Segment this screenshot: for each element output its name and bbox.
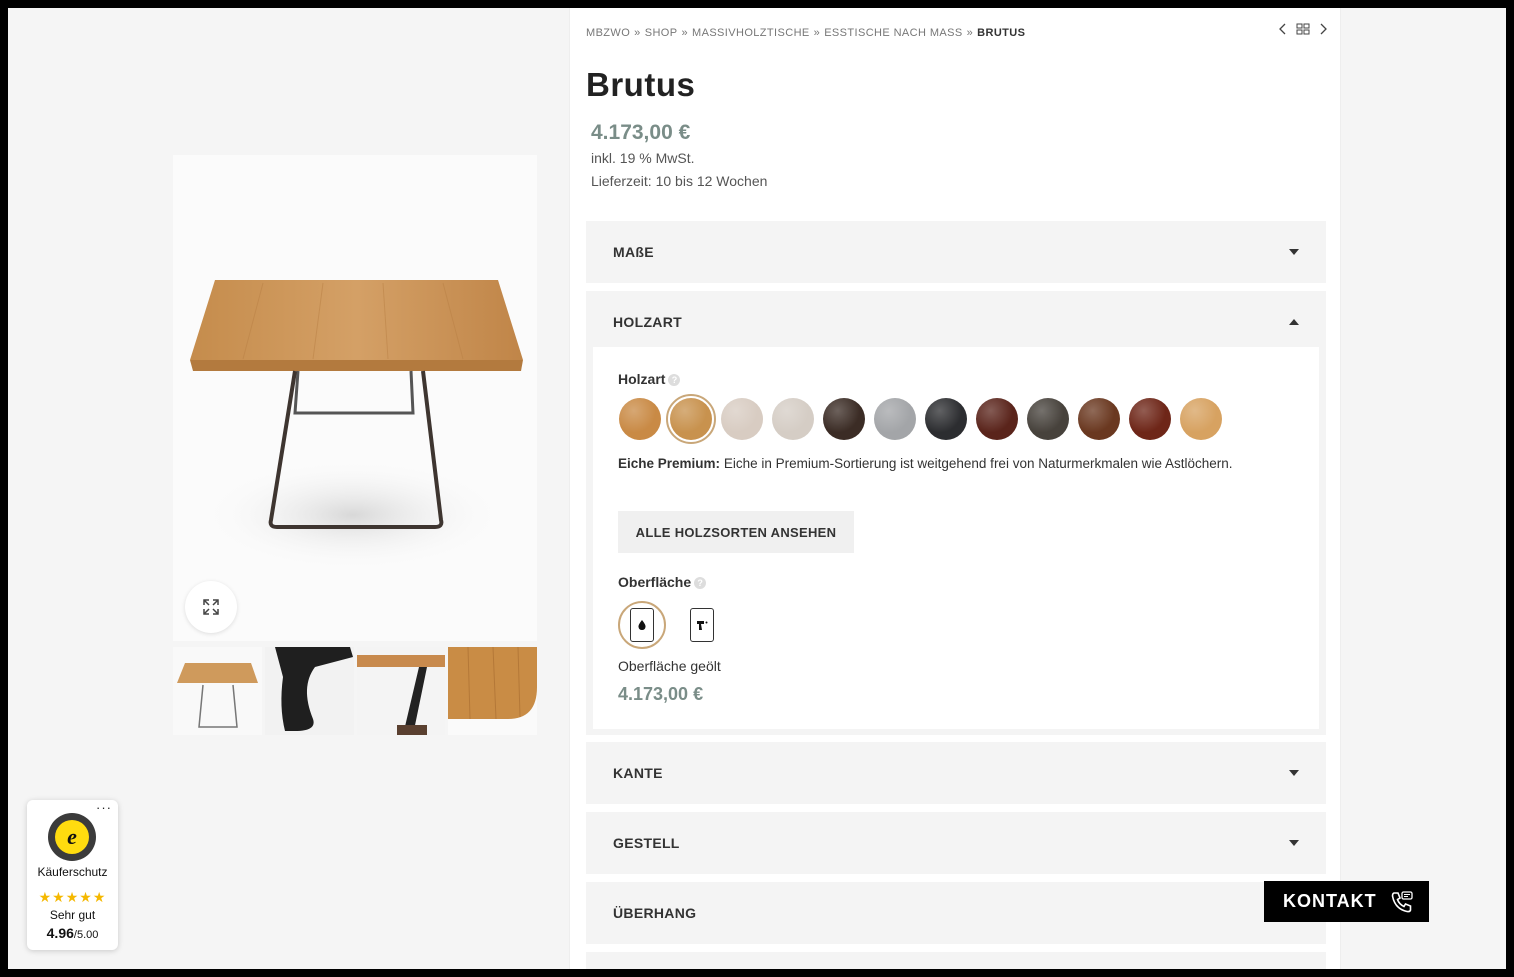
product-price: 4.173,00 € (591, 121, 691, 144)
trusted-shops-seal-icon: e (48, 813, 96, 861)
wood-swatch-9[interactable] (1027, 398, 1069, 440)
delivery-time: Lieferzeit: 10 bis 12 Wochen (591, 173, 768, 189)
accordion-ueberhang-title: ÜBERHANG (613, 905, 697, 921)
kontakt-button[interactable]: KONTAKT (1264, 881, 1429, 922)
breadcrumb-current: BRUTUS (977, 27, 1026, 39)
caret-up-icon (1289, 319, 1299, 325)
accordion-holzart-header[interactable]: HOLZART (586, 291, 1326, 353)
next-product-button[interactable] (1320, 23, 1328, 35)
accordion-next[interactable] (586, 952, 1326, 969)
wood-description-text: Eiche in Premium-Sortierung ist weitgehe… (723, 456, 1233, 471)
caret-down-icon (1289, 249, 1299, 255)
accordion-holzart-title: HOLZART (613, 314, 682, 330)
accordion-gestell-title: GESTELL (613, 835, 680, 851)
expand-icon (203, 599, 219, 615)
accordion-gestell: GESTELL (586, 812, 1326, 874)
surface-lacquered-option[interactable] (678, 601, 726, 649)
zoom-button[interactable] (185, 581, 237, 633)
trusted-shops-badge[interactable]: ··· e Käuferschutz ★★★★★ Sehr gut 4.96/5… (27, 800, 118, 950)
more-options-icon[interactable]: ··· (96, 800, 112, 815)
accordion-masse: MAßE (586, 221, 1326, 283)
accordion-gestell-header[interactable]: GESTELL (586, 812, 1326, 874)
accordion-ueberhang: ÜBERHANG (586, 882, 1326, 944)
accordion-masse-header[interactable]: MAßE (586, 221, 1326, 283)
product-main-image[interactable] (173, 155, 537, 641)
accordion-masse-title: MAßE (613, 244, 654, 260)
rating-score: 4.96/5.00 (27, 925, 118, 941)
thumbnail-3[interactable] (356, 647, 446, 735)
grid-view-button[interactable] (1296, 23, 1310, 35)
wood-description: Eiche Premium: Eiche in Premium-Sortieru… (618, 453, 1298, 475)
phone-chat-icon (1391, 890, 1413, 912)
holzart-panel: Holzart? Eiche Premium: Eiche in Premium… (593, 347, 1319, 729)
wood-swatch-5[interactable] (823, 398, 865, 440)
wood-swatch-6[interactable] (874, 398, 916, 440)
wood-swatch-12[interactable] (1180, 398, 1222, 440)
grid-icon (1296, 23, 1310, 35)
wood-swatch-3[interactable] (721, 398, 763, 440)
oberflaeche-label-text: Oberfläche (618, 574, 692, 590)
holzart-label: Holzart? (618, 371, 681, 387)
previous-product-button[interactable] (1278, 23, 1286, 35)
product-details: MBZWO» SHOP» MASSIVHOLZTISCHE» ESSTISCHE NA… (569, 8, 1341, 969)
wood-swatch-1[interactable] (619, 398, 661, 440)
breadcrumb-esstische[interactable]: ESSTISCHE NACH MASS (824, 27, 962, 39)
rating-max: /5.00 (73, 929, 99, 941)
thumbnail-2[interactable] (264, 647, 354, 735)
thumbnail-strip (173, 647, 537, 735)
oberflaeche-label: Oberfläche? (618, 574, 707, 590)
product-navigation (1278, 23, 1328, 35)
accordion-kante-title: KANTE (613, 765, 663, 781)
product-title: Brutus (586, 66, 696, 103)
configured-price: 4.173,00 € (618, 684, 704, 704)
breadcrumb: MBZWO» SHOP» MASSIVHOLZTISCHE» ESSTISCHE NA… (586, 27, 1026, 39)
wood-description-title: Eiche Premium: (618, 456, 721, 471)
wood-swatches (619, 394, 1222, 444)
wood-swatch-7[interactable] (925, 398, 967, 440)
surface-options (618, 601, 726, 649)
wood-swatch-4[interactable] (772, 398, 814, 440)
help-icon[interactable]: ? (668, 374, 681, 386)
accordion-kante: KANTE (586, 742, 1326, 804)
selected-surface-text: Oberfläche geölt (618, 658, 721, 674)
chevron-left-icon (1279, 23, 1286, 35)
thumbnail-1[interactable] (173, 647, 262, 735)
buyer-protection-label: Käuferschutz (37, 865, 108, 879)
breadcrumb-home[interactable]: MBZWO (586, 27, 630, 39)
tax-note: inkl. 19 % MwSt. (591, 150, 695, 166)
holzart-label-text: Holzart (618, 371, 666, 387)
accordion-ueberhang-header[interactable]: ÜBERHANG (586, 882, 1326, 944)
caret-down-icon (1289, 770, 1299, 776)
breadcrumb-massivholztische[interactable]: MASSIVHOLZTISCHE (692, 27, 810, 39)
wood-swatch-2[interactable] (666, 394, 716, 444)
wood-swatch-8[interactable] (976, 398, 1018, 440)
oil-drop-icon (638, 620, 646, 630)
help-icon[interactable]: ? (694, 577, 707, 589)
wood-swatch-10[interactable] (1078, 398, 1120, 440)
rating-stars: ★★★★★ (38, 889, 107, 905)
wood-swatch-11[interactable] (1129, 398, 1171, 440)
all-wood-types-button[interactable]: ALLE HOLZSORTEN ANSEHEN (618, 511, 854, 553)
page-frame: ··· e Käuferschutz ★★★★★ Sehr gut 4.96/5… (8, 8, 1506, 969)
kontakt-label: KONTAKT (1283, 891, 1377, 911)
chevron-right-icon (1320, 23, 1327, 35)
accordion-kante-header[interactable]: KANTE (586, 742, 1326, 804)
svg-text:e: e (67, 824, 77, 849)
rating-text: Sehr gut (49, 908, 96, 922)
thumbnail-4[interactable] (448, 647, 537, 735)
caret-down-icon (1289, 840, 1299, 846)
breadcrumb-shop[interactable]: SHOP (645, 27, 678, 39)
surface-oiled-option[interactable] (618, 601, 666, 649)
spray-gun-icon (697, 621, 708, 630)
rating-value: 4.96 (46, 925, 74, 941)
